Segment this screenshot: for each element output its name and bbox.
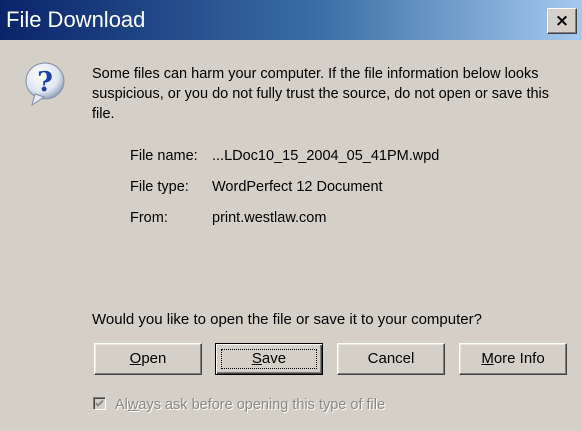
cancel-label: Cancel — [367, 350, 415, 367]
close-icon: × — [554, 11, 570, 31]
save-label: ave — [261, 350, 287, 367]
file-type-label: File type: — [130, 179, 189, 195]
always-ask-mnemonic: w — [127, 397, 139, 413]
open-or-save-question: Would you like to open the file or save … — [92, 311, 482, 328]
file-from-label: From: — [130, 210, 168, 226]
title-bar[interactable]: File Download × — [0, 0, 582, 40]
file-name-label: File name: — [130, 148, 198, 164]
file-type-value: WordPerfect 12 Document — [212, 179, 383, 195]
always-ask-label[interactable]: Always ask before opening this type of f… — [115, 395, 385, 415]
more-info-button[interactable]: More Info — [459, 343, 567, 375]
always-ask-label-rest: ays ask before opening this type of file — [138, 397, 386, 413]
more-info-label: ore Info — [493, 350, 545, 367]
save-button[interactable]: Save — [215, 343, 323, 375]
save-mnemonic: S — [251, 350, 262, 367]
window-title: File Download — [6, 7, 146, 32]
file-from-value: print.westlaw.com — [212, 210, 327, 226]
checkmark-icon — [95, 399, 104, 407]
question-glyph: ? — [37, 67, 53, 98]
question-icon: ? — [25, 62, 65, 107]
open-label: pen — [141, 350, 167, 367]
open-button[interactable]: Open — [94, 343, 202, 375]
close-button[interactable]: × — [547, 8, 577, 34]
open-mnemonic: O — [129, 350, 142, 367]
always-ask-checkbox[interactable] — [93, 397, 106, 410]
file-name-value: ...LDoc10_15_2004_05_41PM.wpd — [212, 148, 440, 164]
warning-message: Some files can harm your computer. If th… — [92, 66, 550, 122]
more-info-mnemonic: M — [481, 350, 494, 367]
cancel-button[interactable]: Cancel — [337, 343, 445, 375]
file-download-dialog: File Download × ? Some files can harm yo… — [0, 0, 582, 431]
always-ask-label-part: Al — [115, 397, 128, 413]
